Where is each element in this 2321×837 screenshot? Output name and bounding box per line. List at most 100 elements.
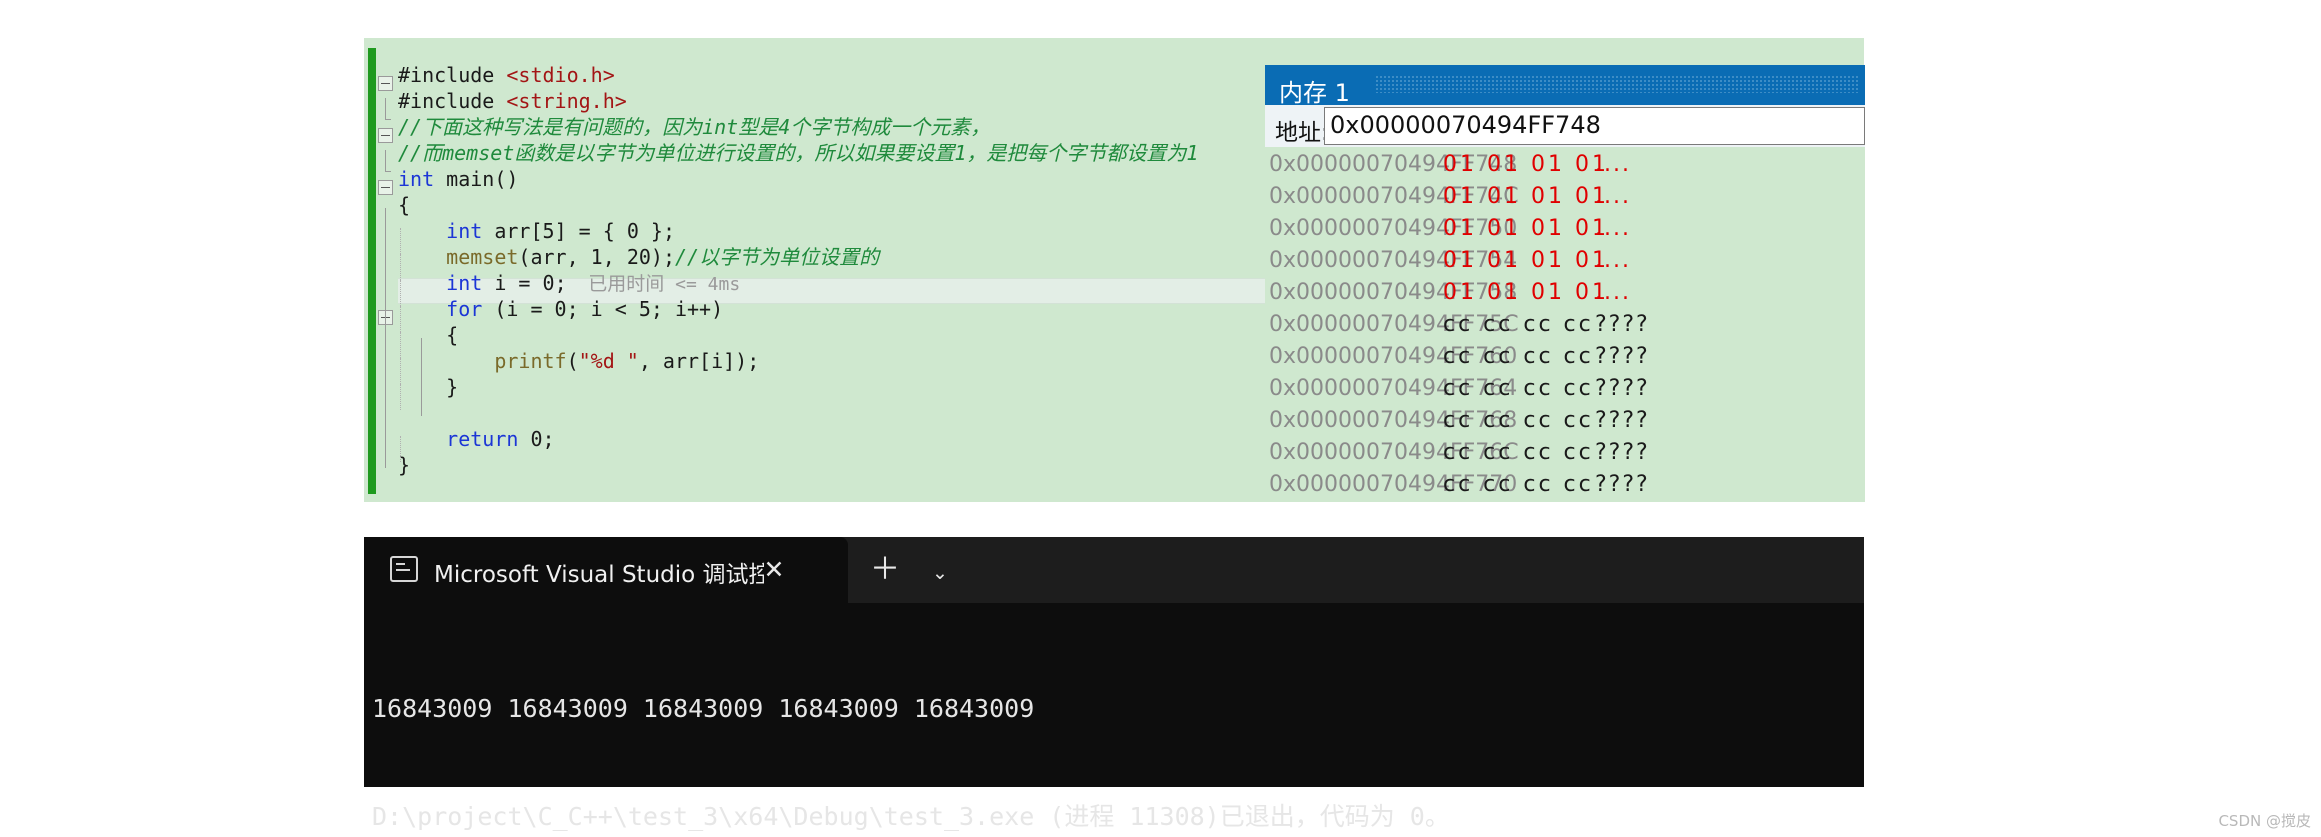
- code-token: ;: [542, 427, 555, 451]
- code-token: i =: [482, 271, 543, 295]
- code-token: #include: [398, 89, 507, 113]
- memory-row[interactable]: 0x00000070494FF74C 01 01 01 01....: [1265, 181, 1865, 213]
- terminal-icon: [390, 556, 418, 582]
- memory-row-ascii: ....: [1595, 216, 1631, 241]
- console-output[interactable]: 16843009 16843009 16843009 16843009 1684…: [364, 603, 1864, 831]
- memory-row-ascii: ....: [1595, 248, 1631, 273]
- code-token: int: [446, 271, 483, 295]
- memory-row[interactable]: 0x00000070494FF770 cc cc cc cc????: [1265, 469, 1865, 501]
- memory-rows-container[interactable]: 0x00000070494FF748 01 01 01 01.... 0x00000…: [1265, 149, 1865, 502]
- code-token: 5: [542, 219, 555, 243]
- code-token: //下面这种写法是有问题的，因为int型是4个字节构成一个元素，: [398, 115, 991, 139]
- indent-guide: [400, 254, 402, 280]
- memory-row[interactable]: 0x00000070494FF760 cc cc cc cc????: [1265, 341, 1865, 373]
- indent-guide: [400, 228, 402, 254]
- memory-row-hex: 01 01 01 01: [1443, 216, 1609, 241]
- editor-change-bar: [368, 48, 376, 494]
- memory-row-hex: cc cc cc cc: [1443, 408, 1594, 433]
- fold-guide-line: [385, 98, 386, 120]
- elapsed-time-annotation: 已用时间 <= 4ms: [588, 273, 741, 295]
- memory-row-hex: cc cc cc cc: [1443, 472, 1594, 497]
- code-token: ;: [554, 271, 567, 295]
- code-token: 20: [626, 245, 651, 269]
- code-token: 0: [542, 271, 555, 295]
- console-window[interactable]: Microsoft Visual Studio 调试控 ✕ ＋ ⌄ 168430…: [364, 537, 1864, 831]
- for-scope-guide: [421, 338, 422, 416]
- memory-row-ascii: ????: [1595, 408, 1650, 433]
- fold-guide-end: [385, 171, 391, 172]
- memory-row-ascii: ????: [1595, 344, 1650, 369]
- memory-row[interactable]: 0x00000070494FF75C cc cc cc cc????: [1265, 309, 1865, 341]
- memory-address-bar[interactable]: 地址: 0x00000070494FF748: [1265, 105, 1865, 147]
- memory-row[interactable]: 0x00000070494FF754 01 01 01 01....: [1265, 245, 1865, 277]
- code-token: <string.h>: [506, 89, 627, 113]
- code-line: #include <string.h>: [398, 88, 1198, 114]
- memory-row-hex: 01 01 01 01: [1443, 280, 1609, 305]
- code-token: (: [566, 349, 579, 373]
- fold-collapse-icon[interactable]: [378, 128, 393, 143]
- code-token: 0: [530, 427, 543, 451]
- screenshot-root: #include <stdio.h> #include <string.h>//下…: [0, 0, 2321, 837]
- memory-row-hex: 01 01 01 01: [1443, 184, 1609, 209]
- code-line: {: [398, 322, 1198, 348]
- code-token: (i =: [482, 297, 555, 321]
- new-tab-icon[interactable]: ＋: [869, 555, 901, 587]
- code-line: printf("%d ", arr[i]);: [398, 348, 1198, 374]
- fold-collapse-icon[interactable]: [378, 76, 393, 91]
- code-token: {: [398, 193, 411, 217]
- memory-row-ascii: ....: [1595, 184, 1631, 209]
- memory-row-hex: cc cc cc cc: [1443, 440, 1594, 465]
- code-token: 5: [638, 297, 651, 321]
- code-token: int: [446, 219, 483, 243]
- memory-row-hex: cc cc cc cc: [1443, 376, 1594, 401]
- close-icon[interactable]: ✕: [759, 555, 789, 585]
- titlebar-drag-grip[interactable]: [1375, 75, 1859, 93]
- memory-row[interactable]: 0x00000070494FF76C cc cc cc cc????: [1265, 437, 1865, 469]
- memory-row-hex: 01 01 01 01: [1443, 248, 1609, 273]
- code-token: {: [446, 323, 459, 347]
- fold-collapse-icon[interactable]: [378, 180, 393, 195]
- memory-row[interactable]: 0x00000070494FF768 cc cc cc cc????: [1265, 405, 1865, 437]
- code-token: , arr[i]);: [638, 349, 760, 373]
- memory-row-ascii: ????: [1595, 376, 1650, 401]
- code-token: for: [446, 297, 483, 321]
- console-tab-strip[interactable]: Microsoft Visual Studio 调试控 ✕ ＋ ⌄: [364, 537, 1864, 603]
- code-line: int main(): [398, 166, 1198, 192]
- console-tab-title: Microsoft Visual Studio 调试控: [434, 562, 764, 588]
- memory-row[interactable]: 0x00000070494FF748 01 01 01 01....: [1265, 149, 1865, 181]
- fold-guide-line: [385, 150, 386, 172]
- indent-guide: [400, 280, 402, 306]
- memory-row-hex: cc cc cc cc: [1443, 312, 1594, 337]
- console-output-line: 16843009 16843009 16843009 16843009 1684…: [372, 694, 1035, 723]
- code-line: for (i = 0; i < 5; i++): [398, 296, 1198, 322]
- code-token: arr[: [482, 219, 543, 243]
- memory-row-ascii: ....: [1595, 152, 1631, 177]
- memory-address-input[interactable]: 0x00000070494FF748: [1324, 107, 1865, 145]
- code-token: ] = {: [554, 219, 627, 243]
- indent-guide: [400, 306, 402, 332]
- indent-guide: [400, 384, 402, 410]
- code-token: printf: [494, 349, 567, 373]
- memory-window[interactable]: 内存 1 地址: 0x00000070494FF748 0x0000007049…: [1265, 65, 1865, 502]
- code-token: 0: [626, 219, 639, 243]
- code-token: ; i++): [650, 297, 724, 321]
- code-token: }: [446, 375, 459, 399]
- code-token: <stdio.h>: [506, 63, 615, 87]
- memory-row-ascii: ????: [1595, 472, 1650, 497]
- indent-guide: [400, 358, 402, 384]
- brace-scope-guide: [385, 208, 386, 468]
- memory-window-titlebar[interactable]: 内存 1: [1265, 65, 1865, 107]
- memory-row[interactable]: 0x00000070494FF750 01 01 01 01....: [1265, 213, 1865, 245]
- code-lines[interactable]: #include <stdio.h> #include <string.h>//下…: [398, 62, 1198, 478]
- memory-row[interactable]: 0x00000070494FF764 cc cc cc cc????: [1265, 373, 1865, 405]
- code-line: int i = 0; 已用时间 <= 4ms: [398, 270, 1198, 296]
- memory-address-label: 地址:: [1275, 120, 1329, 146]
- chevron-down-icon[interactable]: ⌄: [924, 559, 956, 587]
- code-token: };: [638, 219, 675, 243]
- code-line: //而memset函数是以字节为单位进行设置的，所以如果要设置1，是把每个字节都…: [398, 140, 1198, 166]
- code-token: main(): [434, 167, 519, 191]
- code-token: ,: [602, 245, 627, 269]
- memory-row[interactable]: 0x00000070494FF758 01 01 01 01....: [1265, 277, 1865, 309]
